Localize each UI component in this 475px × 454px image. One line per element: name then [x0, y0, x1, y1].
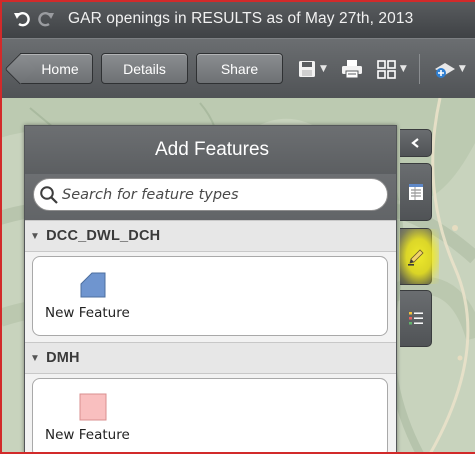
attribute-table-icon [408, 184, 423, 200]
expand-triangle-icon: ▼ [30, 230, 41, 242]
panel-title: Add Features [25, 126, 396, 174]
expand-triangle-icon: ▼ [30, 352, 41, 364]
home-button-label: Home [41, 60, 79, 77]
home-button[interactable]: Home [20, 53, 93, 84]
collapse-icon [410, 138, 419, 148]
chevron-down-icon: ▼ [399, 63, 407, 74]
legend-tab[interactable] [400, 290, 432, 347]
add-features-panel: Add Features ▼ DCC_DWL_DCH New Feature ▼… [24, 125, 397, 454]
group-name: DMH [46, 350, 80, 366]
polygon-symbol-icon [80, 272, 106, 298]
group-body-dcc-dwl-dch: New Feature [25, 252, 396, 342]
group-header-dmh[interactable]: ▼ DMH [25, 342, 396, 374]
group-body-dmh: New Feature [25, 374, 396, 453]
add-data-tool[interactable]: ▼ [434, 59, 466, 79]
save-icon [299, 60, 315, 77]
redo-icon[interactable] [36, 9, 56, 29]
feature-label: New Feature [45, 427, 130, 443]
chevron-down-icon: ▼ [458, 63, 466, 74]
share-button[interactable]: Share [196, 53, 283, 84]
search-box[interactable] [33, 178, 388, 211]
edit-pencil-icon [407, 248, 424, 266]
feature-template-card[interactable]: New Feature [32, 378, 388, 453]
square-symbol-icon [79, 393, 107, 421]
collapse-panel-tab[interactable] [400, 129, 432, 157]
feature-label: New Feature [45, 305, 130, 321]
details-button[interactable]: Details [101, 53, 188, 84]
group-header-dcc-dwl-dch[interactable]: ▼ DCC_DWL_DCH [25, 220, 396, 252]
legend-icon [408, 311, 423, 324]
search-input[interactable] [62, 186, 362, 203]
basemap-gallery-icon [377, 59, 396, 79]
add-data-icon [434, 62, 455, 78]
print-icon [341, 59, 362, 78]
group-name: DCC_DWL_DCH [46, 228, 161, 244]
title-bar: GAR openings in RESULTS as of May 27th, … [0, 0, 475, 38]
search-icon [40, 185, 58, 204]
toolbar: Home Details Share ▼ ▼ ▼ [0, 38, 475, 98]
feature-template-card[interactable]: New Feature [32, 256, 388, 336]
undo-icon[interactable] [12, 9, 32, 29]
app-title: GAR openings in RESULTS as of May 27th, … [68, 10, 414, 27]
attribute-table-tab[interactable] [400, 163, 432, 221]
toolbar-divider [418, 53, 420, 84]
search-area [25, 174, 396, 220]
edit-tab[interactable] [400, 228, 432, 285]
save-tool[interactable]: ▼ [297, 59, 327, 79]
print-tool[interactable] [341, 59, 363, 79]
basemap-gallery-tool[interactable]: ▼ [377, 59, 407, 79]
chevron-down-icon: ▼ [320, 63, 327, 74]
